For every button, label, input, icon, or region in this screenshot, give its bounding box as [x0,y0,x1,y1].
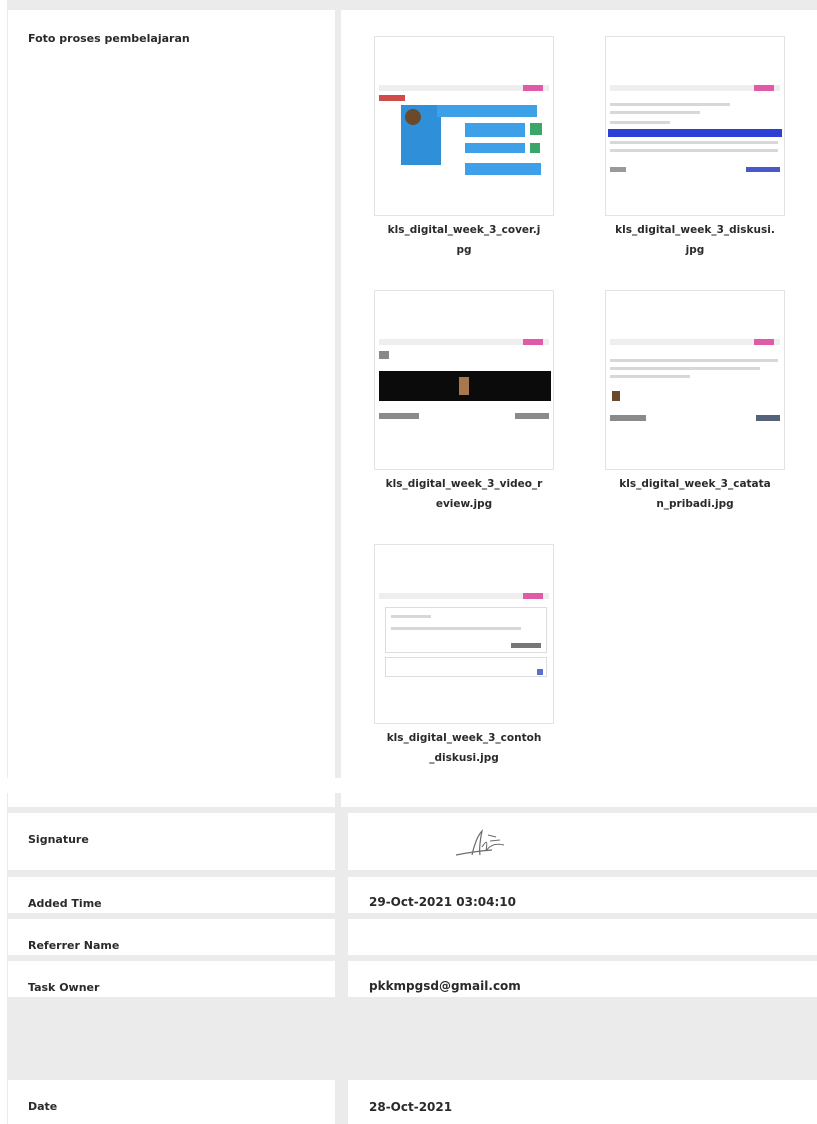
photos-label: Foto proses pembelajaran [28,32,190,45]
date-value: 28-Oct-2021 [369,1100,453,1114]
photo-filename-video-review[interactable]: kls_digital_week_3_video_r eview.jpg [344,474,584,514]
photo-thumbnail-diskusi[interactable] [605,36,785,216]
date-value-cell: 28-Oct-2021 [348,1080,817,1124]
task-owner-value-cell: pkkmpgsd@gmail.com [348,961,817,997]
added-time-value-cell: 29-Oct-2021 03:04:10 [348,877,817,913]
signature-value-cell [348,813,817,870]
referrer-name-label: Referrer Name [28,939,120,952]
row-photos: Foto proses pembelajaran kls_digital_wee… [0,10,817,807]
task-owner-label-cell: Task Owner [8,961,335,997]
referrer-name-label-cell: Referrer Name [8,919,335,955]
signature-label: Signature [28,833,89,846]
photo-filename-cover[interactable]: kls_digital_week_3_cover.j pg [344,220,584,260]
referrer-name-value-cell [348,919,817,955]
signature-image [455,829,505,856]
signature-label-cell: Signature [8,813,335,870]
task-owner-value: pkkmpgsd@gmail.com [369,979,521,993]
photo-filename-catatan-pribadi[interactable]: kls_digital_week_3_catata n_pribadi.jpg [575,474,815,514]
photo-thumbnail-contoh-diskusi[interactable] [374,544,554,724]
added-time-label-cell: Added Time [8,877,335,913]
task-owner-label: Task Owner [28,981,100,994]
photo-thumbnail-cover[interactable] [374,36,554,216]
photo-thumbnail-catatan-pribadi[interactable] [605,290,785,470]
added-time-label: Added Time [28,897,102,910]
photo-filename-diskusi[interactable]: kls_digital_week_3_diskusi. jpg [575,220,815,260]
photo-thumbnail-video-review[interactable] [374,290,554,470]
date-label-cell: Date [8,1080,335,1124]
added-time-value: 29-Oct-2021 03:04:10 [369,895,516,909]
date-label: Date [28,1100,58,1113]
photos-value-cell: kls_digital_week_3_cover.j pg kls_digital… [341,10,817,807]
photos-label-cell: Foto proses pembelajaran [8,10,335,807]
photo-filename-contoh-diskusi[interactable]: kls_digital_week_3_contoh _diskusi.jpg [344,728,584,768]
